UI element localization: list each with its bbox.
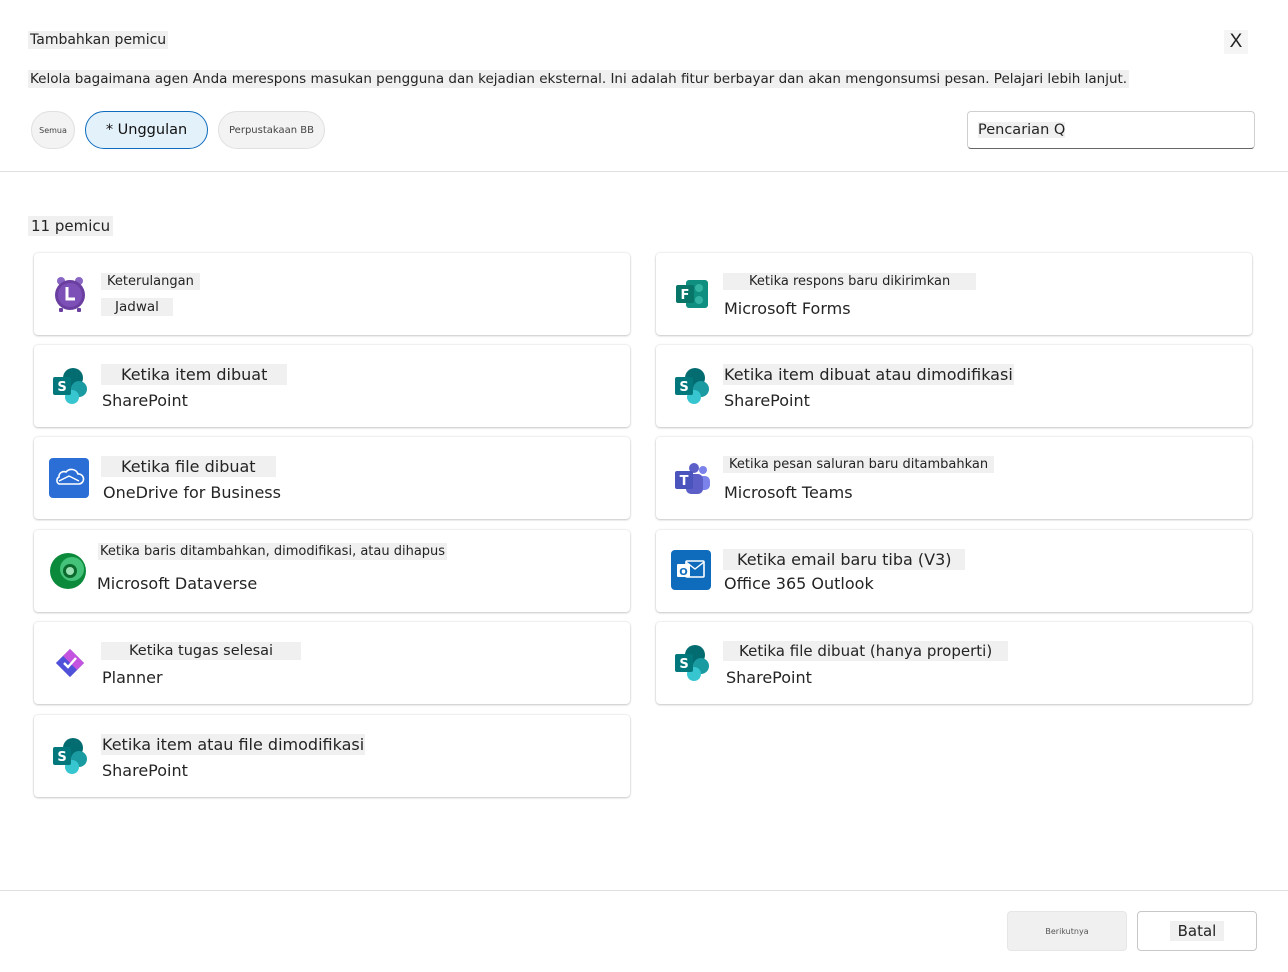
connector-name: SharePoint bbox=[724, 391, 810, 410]
connector-name: Planner bbox=[102, 668, 163, 687]
trigger-count: 11 pemicu bbox=[28, 216, 114, 236]
connector-name: Microsoft Teams bbox=[724, 483, 853, 502]
onedrive-icon bbox=[49, 458, 89, 498]
filter-pills: Semua * Unggulan Perpustakaan BB bbox=[31, 111, 325, 149]
sharepoint-icon: S bbox=[50, 736, 90, 776]
trigger-card-sharepoint-item-file-modified[interactable]: S Ketika item atau file dimodifikasi Sha… bbox=[34, 715, 630, 797]
dialog-description: Kelola bagaimana agen Anda merespons mas… bbox=[28, 70, 1130, 88]
connector-name: Microsoft Forms bbox=[724, 299, 851, 318]
trigger-name: Ketika file dibuat (hanya properti) bbox=[723, 641, 1009, 661]
trigger-card-forms[interactable]: F Ketika respons baru dikirimkan Microso… bbox=[656, 253, 1252, 335]
search-placeholder: Pencarian Q bbox=[978, 122, 1066, 138]
header-divider bbox=[0, 171, 1288, 172]
svg-text:T: T bbox=[680, 474, 689, 489]
connector-name: OneDrive for Business bbox=[103, 483, 281, 502]
cancel-button[interactable]: Batal bbox=[1137, 911, 1257, 951]
dialog-title: Tambahkan pemicu bbox=[28, 31, 169, 49]
trigger-name: Ketika baris ditambahkan, dimodifikasi, … bbox=[98, 543, 448, 560]
close-button[interactable]: X bbox=[1224, 30, 1248, 54]
trigger-name: Ketika item dibuat atau dimodifikasi bbox=[723, 364, 1014, 385]
trigger-card-sharepoint-item-created[interactable]: S Ketika item dibuat SharePoint bbox=[34, 345, 630, 427]
svg-text:F: F bbox=[681, 288, 690, 303]
filter-all-pill[interactable]: Semua bbox=[31, 111, 75, 149]
trigger-name: Ketika pesan saluran baru ditambahkan bbox=[723, 456, 995, 473]
connector-name: Microsoft Dataverse bbox=[97, 574, 258, 593]
teams-icon: T bbox=[672, 458, 712, 498]
trigger-card-onedrive[interactable]: Ketika file dibuat OneDrive for Business bbox=[34, 437, 630, 519]
footer-divider bbox=[0, 890, 1288, 891]
trigger-card-recurrence[interactable]: Keterulangan Jadwal bbox=[34, 253, 630, 335]
trigger-name: Keterulangan bbox=[101, 273, 200, 290]
svg-text:O: O bbox=[679, 567, 688, 578]
trigger-name: Ketika file dibuat bbox=[101, 456, 276, 477]
svg-text:S: S bbox=[57, 750, 66, 765]
connector-name: SharePoint bbox=[726, 668, 812, 687]
trigger-name: Ketika email baru tiba (V3) bbox=[723, 549, 966, 570]
next-button[interactable]: Berikutnya bbox=[1007, 911, 1127, 951]
trigger-name: Ketika respons baru dikirimkan bbox=[723, 273, 977, 290]
svg-text:S: S bbox=[679, 657, 688, 672]
trigger-name: Ketika item atau file dimodifikasi bbox=[101, 734, 366, 755]
connector-name: Office 365 Outlook bbox=[724, 574, 874, 593]
outlook-icon: O bbox=[671, 550, 711, 590]
cancel-button-label: Batal bbox=[1169, 921, 1225, 941]
alarm-clock-icon bbox=[50, 274, 90, 314]
sharepoint-icon: S bbox=[672, 643, 712, 683]
sharepoint-icon: S bbox=[50, 366, 90, 406]
svg-text:S: S bbox=[57, 380, 66, 395]
filter-library-pill[interactable]: Perpustakaan BB bbox=[218, 111, 325, 149]
search-input[interactable]: Pencarian Q bbox=[967, 111, 1255, 149]
trigger-card-dataverse[interactable]: Ketika baris ditambahkan, dimodifikasi, … bbox=[34, 530, 630, 612]
trigger-card-sharepoint-item-modified[interactable]: S Ketika item dibuat atau dimodifikasi S… bbox=[656, 345, 1252, 427]
trigger-name: Ketika item dibuat bbox=[101, 364, 288, 385]
trigger-card-sharepoint-file-created[interactable]: S Ketika file dibuat (hanya properti) Sh… bbox=[656, 622, 1252, 704]
svg-text:S: S bbox=[679, 380, 688, 395]
connector-name: Jadwal bbox=[101, 298, 173, 316]
trigger-card-outlook[interactable]: O Ketika email baru tiba (V3) Office 365… bbox=[656, 530, 1252, 612]
sharepoint-icon: S bbox=[672, 366, 712, 406]
trigger-card-teams[interactable]: T Ketika pesan saluran baru ditambahkan … bbox=[656, 437, 1252, 519]
trigger-card-planner[interactable]: Ketika tugas selesai Planner bbox=[34, 622, 630, 704]
connector-name: SharePoint bbox=[102, 761, 188, 780]
connector-name: SharePoint bbox=[102, 391, 188, 410]
planner-icon bbox=[50, 643, 90, 683]
trigger-name: Ketika tugas selesai bbox=[101, 642, 302, 660]
filter-featured-pill[interactable]: * Unggulan bbox=[85, 111, 208, 149]
forms-icon: F bbox=[672, 274, 712, 314]
dataverse-icon bbox=[48, 551, 88, 591]
